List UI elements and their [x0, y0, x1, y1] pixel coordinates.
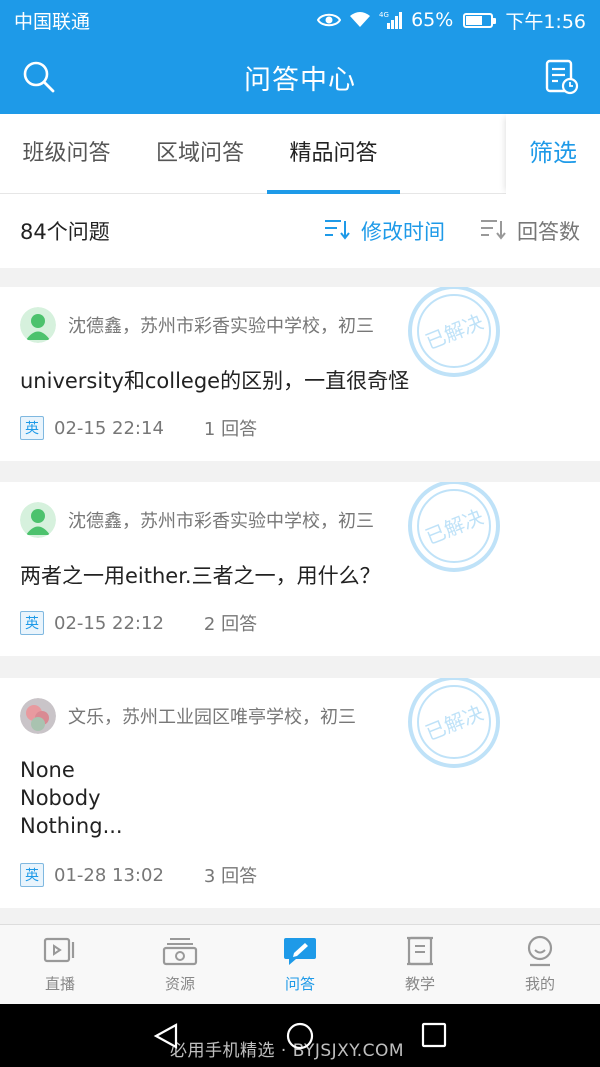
- nav-label: 教学: [404, 975, 435, 993]
- question-text: None Nobody Nothing...: [20, 758, 123, 838]
- nav-label: 资源: [164, 975, 195, 993]
- answer-count: 1 回答: [203, 419, 258, 440]
- question-time: 02-15 22:12: [54, 612, 164, 634]
- nav-resources[interactable]: 资源: [120, 925, 240, 1004]
- nav-qa[interactable]: 问答: [240, 925, 360, 1004]
- resources-icon: [162, 935, 198, 967]
- solved-stamp-icon: 已解决: [408, 482, 500, 572]
- tab-featured-qa[interactable]: 精品问答: [267, 114, 400, 194]
- question-author: 沈德鑫，苏州市彩香实验中学校，初三: [20, 307, 374, 343]
- svg-text:已解决: 已解决: [422, 701, 487, 746]
- photo-avatar: [20, 698, 56, 734]
- question-card[interactable]: 沈德鑫，苏州市彩香实验中学校，初三 已解决 university和college…: [0, 287, 600, 461]
- nav-profile[interactable]: 我的: [480, 925, 600, 1004]
- filter-button[interactable]: 筛选: [506, 114, 600, 194]
- svg-text:4G: 4G: [379, 11, 389, 19]
- question-text: 两者之一用either.三者之一，用什么？: [20, 564, 381, 588]
- status-bar: 中国联通 4G 65% 下午1:56: [0, 0, 600, 40]
- subject-badge: 英: [20, 416, 44, 440]
- tab-bar: 班级问答 区域问答 精品问答 筛选: [0, 114, 600, 194]
- nav-teaching[interactable]: 教学: [360, 925, 480, 1004]
- question-count: 84个问题: [20, 220, 110, 244]
- report-clock-icon[interactable]: [544, 58, 580, 96]
- author-info: 沈德鑫，苏州市彩香实验中学校，初三: [68, 511, 374, 532]
- profile-icon: [522, 935, 558, 967]
- sort-option-label: 回答数: [517, 220, 580, 244]
- nav-live[interactable]: 直播: [0, 925, 120, 1004]
- battery-percent: 65%: [411, 9, 454, 31]
- tab-region-qa[interactable]: 区域问答: [133, 114, 267, 194]
- question-author: 文乐，苏州工业园区唯亭学校，初三: [20, 698, 356, 734]
- clock: 下午1:56: [505, 10, 586, 33]
- nav-label: 问答: [284, 975, 315, 993]
- question-author: 沈德鑫，苏州市彩香实验中学校，初三: [20, 502, 374, 538]
- page-title: 问答中心: [244, 64, 356, 96]
- solved-stamp-icon: 已解决: [408, 678, 500, 768]
- bottom-nav: 直播 资源 问答 教学 我的: [0, 924, 600, 1004]
- question-footer: 英 01-28 13:02 3 回答: [20, 862, 257, 888]
- question-footer: 英 02-15 22:12 2 回答: [20, 610, 257, 636]
- tab-class-qa[interactable]: 班级问答: [0, 114, 133, 194]
- sort-option-label: 修改时间: [361, 220, 445, 244]
- default-avatar-icon: [20, 307, 56, 343]
- answer-count: 2 回答: [203, 614, 258, 635]
- author-info: 文乐，苏州工业园区唯亭学校，初三: [68, 707, 356, 728]
- qa-icon: [282, 935, 318, 967]
- app-bar: 问答中心: [0, 40, 600, 114]
- wifi-icon: [349, 11, 371, 29]
- live-icon: [42, 935, 78, 967]
- author-info: 沈德鑫，苏州市彩香实验中学校，初三: [68, 316, 374, 337]
- search-icon[interactable]: [20, 58, 58, 96]
- question-card[interactable]: 沈德鑫，苏州市彩香实验中学校，初三 已解决 两者之一用either.三者之一，用…: [0, 482, 600, 656]
- question-footer: 英 02-15 22:14 1 回答: [20, 415, 257, 441]
- status-icons: 4G 65% 下午1:56: [317, 7, 586, 34]
- svg-text:已解决: 已解决: [422, 310, 487, 355]
- signal-icon: 4G: [379, 10, 403, 30]
- system-nav-bar: 必用手机精选 · BYJSJXY.COM: [0, 1004, 600, 1067]
- sort-by-answer-count[interactable]: 回答数: [479, 216, 580, 246]
- sort-by-modified-time[interactable]: 修改时间: [323, 216, 445, 246]
- sort-desc-icon: [323, 217, 351, 246]
- subject-badge: 英: [20, 863, 44, 887]
- svg-text:已解决: 已解决: [422, 505, 487, 550]
- sort-desc-icon: [479, 217, 507, 246]
- subject-badge: 英: [20, 611, 44, 635]
- nav-label: 直播: [44, 975, 75, 993]
- battery-icon: [463, 12, 497, 28]
- solved-stamp-icon: 已解决: [408, 287, 500, 377]
- eye-icon: [317, 11, 342, 29]
- recents-icon[interactable]: [421, 1022, 447, 1052]
- question-time: 02-15 22:14: [54, 417, 164, 439]
- nav-label: 我的: [524, 975, 555, 993]
- question-time: 01-28 13:02: [54, 864, 164, 886]
- teaching-icon: [402, 935, 438, 967]
- watermark-text: 必用手机精选 · BYJSJXY.COM: [170, 1041, 405, 1061]
- sort-bar: 84个问题 修改时间 回答数: [0, 194, 600, 268]
- question-text: university和college的区别，一直很奇怪: [20, 369, 410, 393]
- carrier-name: 中国联通: [14, 10, 91, 33]
- default-avatar-icon: [20, 502, 56, 538]
- answer-count: 3 回答: [203, 866, 258, 887]
- question-card[interactable]: 文乐，苏州工业园区唯亭学校，初三 已解决 None Nobody Nothing…: [0, 678, 600, 908]
